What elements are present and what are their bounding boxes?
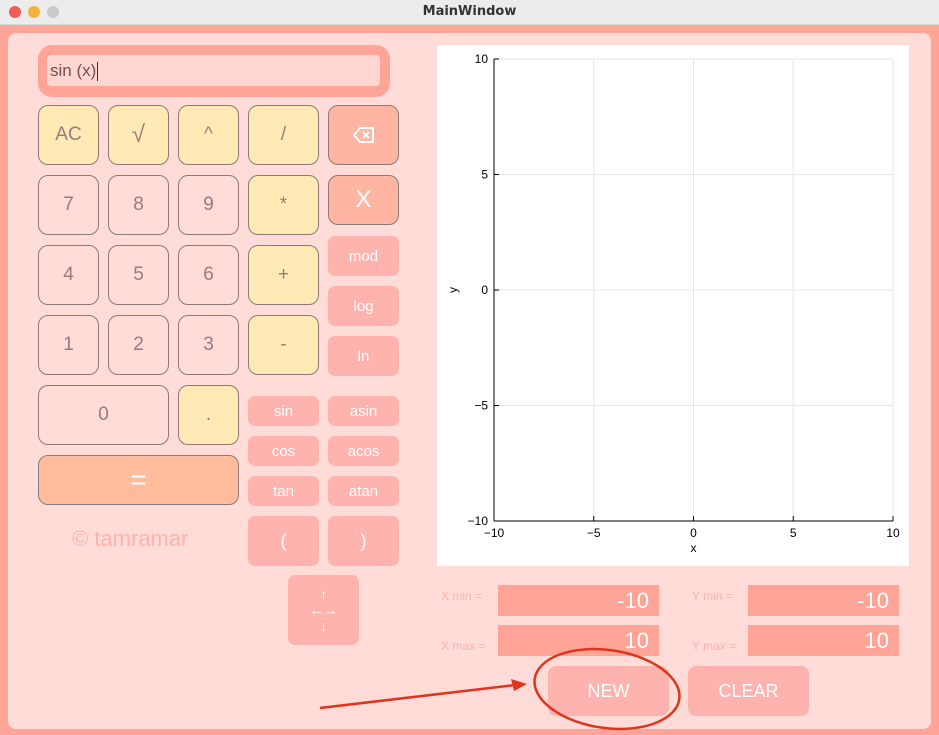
x-tick-label: 5 — [790, 526, 797, 540]
y-axis-label: y — [446, 287, 460, 293]
x-tick-label: 0 — [690, 526, 697, 540]
y-max-input[interactable]: 10 — [748, 625, 899, 656]
text-cursor — [97, 62, 99, 82]
copyright-label: © tamramar — [72, 526, 189, 551]
sin-button[interactable]: sin — [248, 396, 319, 426]
close-paren-button[interactable]: ) — [328, 516, 399, 566]
digit-2-button[interactable]: 2 — [108, 315, 169, 375]
tan-button[interactable]: tan — [248, 476, 319, 506]
y-tick-label: −10 — [468, 514, 489, 528]
digit-8-button[interactable]: 8 — [108, 175, 169, 235]
y-tick-label: −5 — [474, 399, 488, 413]
x-max-label: X max = — [441, 639, 486, 653]
divide-button[interactable]: / — [248, 105, 319, 165]
x-variable-button[interactable]: X — [328, 175, 399, 225]
digit-5-button[interactable]: 5 — [108, 245, 169, 305]
decimal-point-button[interactable]: . — [178, 385, 239, 445]
digit-7-button[interactable]: 7 — [38, 175, 99, 235]
atan-button[interactable]: atan — [328, 476, 399, 506]
move-down-icon: ↓ — [320, 618, 327, 634]
digit-3-button[interactable]: 3 — [178, 315, 239, 375]
move-up-icon: ↑ — [320, 586, 327, 602]
ac-button[interactable]: AC — [38, 105, 99, 165]
x-min-input[interactable]: -10 — [498, 585, 659, 616]
digit-1-button[interactable]: 1 — [38, 315, 99, 375]
digit-6-button[interactable]: 6 — [178, 245, 239, 305]
annotation-arrow-head — [511, 679, 527, 691]
acos-button[interactable]: acos — [328, 436, 399, 466]
y-min-label: Y min = — [692, 589, 733, 603]
move-left-right-icon: ←→ — [309, 602, 338, 618]
y-tick-label: 10 — [475, 52, 489, 66]
expression-text: sin (x) — [50, 61, 97, 80]
digit-4-button[interactable]: 4 — [38, 245, 99, 305]
x-min-label: X min = — [441, 589, 483, 603]
digit-9-button[interactable]: 9 — [178, 175, 239, 235]
clear-button[interactable]: CLEAR — [688, 666, 809, 716]
ln-button[interactable]: ln — [328, 336, 399, 376]
y-tick-label: 5 — [481, 168, 488, 182]
new-button[interactable]: NEW — [548, 666, 669, 716]
backspace-button[interactable] — [328, 105, 399, 165]
add-button[interactable]: + — [248, 245, 319, 305]
expression-input[interactable]: sin (x) — [47, 55, 380, 86]
asin-button[interactable]: asin — [328, 396, 399, 426]
graph-panel[interactable]: −10 −5 0 5 10 10 5 0 −5 −10 x y — [437, 45, 909, 566]
digit-0-button[interactable]: 0 — [38, 385, 169, 445]
sqrt-button[interactable]: √ — [108, 105, 169, 165]
move-graph-button[interactable]: ↑ ←→ ↓ — [288, 575, 359, 645]
multiply-button[interactable]: * — [248, 175, 319, 235]
subtract-button[interactable]: - — [248, 315, 319, 375]
open-paren-button[interactable]: ( — [248, 516, 319, 566]
mod-button[interactable]: mod — [328, 236, 399, 276]
x-axis-label: x — [691, 541, 697, 555]
y-max-label: Y max = — [692, 639, 737, 653]
x-tick-label: −5 — [587, 526, 601, 540]
x-max-input[interactable]: 10 — [498, 625, 659, 656]
log-button[interactable]: log — [328, 286, 399, 326]
power-button[interactable]: ^ — [178, 105, 239, 165]
content: sin (x) AC √ ^ / 7 8 9 * X 4 5 6 + mod l… — [0, 0, 939, 735]
graph-plot[interactable]: −10 −5 0 5 10 10 5 0 −5 −10 x y — [437, 45, 909, 566]
annotation-arrow-line — [319, 683, 516, 710]
equals-button[interactable]: = — [38, 455, 239, 505]
y-min-input[interactable]: -10 — [748, 585, 899, 616]
x-tick-label: 10 — [886, 526, 900, 540]
x-tick-label: −10 — [484, 526, 505, 540]
backspace-icon — [352, 127, 374, 143]
cos-button[interactable]: cos — [248, 436, 319, 466]
y-tick-label: 0 — [481, 283, 488, 297]
